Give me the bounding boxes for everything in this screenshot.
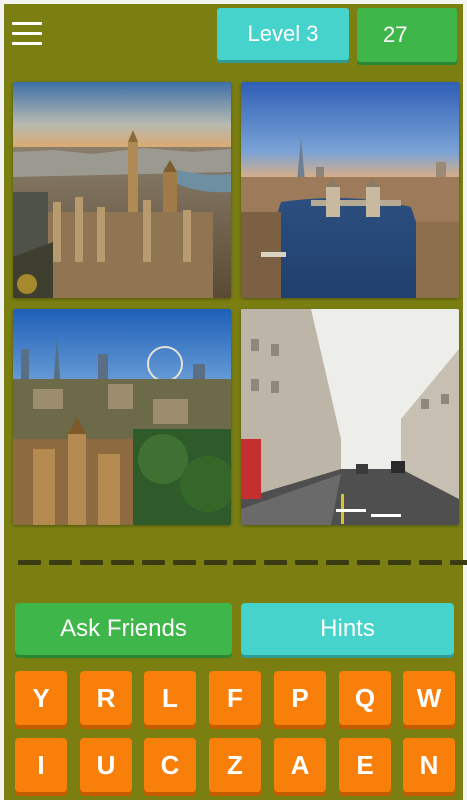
letter-key[interactable]: I [15,738,67,792]
letter-key[interactable]: Q [339,671,391,725]
letter-key[interactable]: E [339,738,391,792]
answer-slot[interactable] [173,560,196,565]
letter-key[interactable]: P [274,671,326,725]
puzzle-photo-1[interactable] [13,82,231,298]
hints-button[interactable]: Hints [241,603,454,655]
answer-slots-word-1[interactable] [18,560,227,566]
letter-key[interactable]: F [209,671,261,725]
hamburger-menu-icon[interactable] [12,22,42,48]
letter-key[interactable]: N [403,738,455,792]
letter-key[interactable]: C [144,738,196,792]
ask-friends-button[interactable]: Ask Friends [15,603,232,655]
answer-slot[interactable] [18,560,41,565]
puzzle-photo-3[interactable] [13,309,231,525]
letter-key[interactable]: L [144,671,196,725]
letter-key[interactable]: A [274,738,326,792]
coins-counter: 27 [357,8,457,62]
answer-slot[interactable] [111,560,134,565]
answer-slots-word-2[interactable] [233,560,467,566]
answer-slot[interactable] [142,560,165,565]
answer-slot[interactable] [204,560,227,565]
answer-slot[interactable] [49,560,72,565]
answer-slot[interactable] [80,560,103,565]
answer-slot[interactable] [450,560,467,565]
answer-slot[interactable] [295,560,318,565]
answer-slot[interactable] [419,560,442,565]
answer-slot[interactable] [326,560,349,565]
letter-key[interactable]: W [403,671,455,725]
puzzle-photo-2[interactable] [241,82,459,298]
letter-key[interactable]: Y [15,671,67,725]
answer-slot[interactable] [357,560,380,565]
answer-slot[interactable] [233,560,256,565]
level-badge: Level 3 [217,8,349,60]
puzzle-photo-4[interactable] [241,309,459,525]
answer-slot[interactable] [388,560,411,565]
letter-key[interactable]: R [80,671,132,725]
answer-slot[interactable] [264,560,287,565]
letter-key[interactable]: U [80,738,132,792]
letter-key[interactable]: Z [209,738,261,792]
